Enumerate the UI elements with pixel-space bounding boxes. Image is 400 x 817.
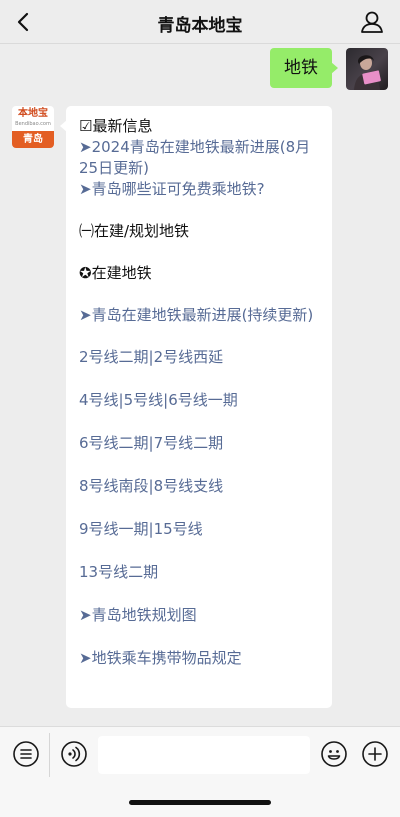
message-input[interactable] xyxy=(98,736,310,774)
outgoing-bubble[interactable]: 地铁 xyxy=(270,48,338,88)
rules-link[interactable]: ➤地铁乘车携带物品规定 xyxy=(79,648,320,669)
plus-circle-icon xyxy=(362,741,388,767)
map-link[interactable]: ➤青岛地铁规划图 xyxy=(79,605,320,626)
subsection-title: ✪在建地铁 xyxy=(79,264,152,282)
line-link[interactable]: 9号线一期|15号线 xyxy=(79,519,320,540)
progress-link[interactable]: ➤青岛在建地铁最新进展(持续更新) xyxy=(79,305,320,326)
add-button[interactable] xyxy=(361,740,389,768)
menu-button[interactable] xyxy=(12,740,40,768)
list-menu-icon xyxy=(13,741,39,767)
bot-avatar[interactable]: 本地宝 Bendibao.com 青岛 xyxy=(12,106,54,148)
audio-wave-icon xyxy=(61,741,87,767)
logo-url: Bendibao.com xyxy=(15,121,51,127)
voice-button[interactable] xyxy=(60,740,88,768)
emoji-button[interactable] xyxy=(320,740,348,768)
line-link[interactable]: 13号线二期 xyxy=(79,562,320,583)
logo-city: 青岛 xyxy=(12,131,54,148)
profile-button[interactable] xyxy=(358,8,386,36)
line-link[interactable]: 4号线|5号线|6号线一期 xyxy=(79,390,320,411)
chat-area[interactable]: 地铁 本地宝 Bendibao.com 青岛 ☑最新信息 ➤2024青岛在建地铁… xyxy=(0,44,400,726)
latest-heading: ☑最新信息 xyxy=(79,117,153,135)
line-link[interactable]: 6号线二期|7号线二期 xyxy=(79,433,320,454)
emoji-icon xyxy=(321,741,347,767)
user-avatar[interactable] xyxy=(346,48,388,90)
latest-link-free-pass[interactable]: ➤青岛哪些证可免费乘地铁? xyxy=(79,179,320,200)
incoming-bubble: ☑最新信息 ➤2024青岛在建地铁最新进展(8月25日更新) ➤青岛哪些证可免费… xyxy=(60,106,332,708)
page-title: 青岛本地宝 xyxy=(157,16,243,36)
line-link[interactable]: 2号线二期|2号线西延 xyxy=(79,347,320,368)
latest-link-progress[interactable]: ➤2024青岛在建地铁最新进展(8月25日更新) xyxy=(79,137,320,179)
section-title: ㈠在建/规划地铁 xyxy=(79,222,190,240)
logo-name: 本地宝 xyxy=(18,108,48,119)
line-link[interactable]: 8号线南段|8号线支线 xyxy=(79,476,320,497)
home-indicator[interactable] xyxy=(129,800,271,805)
person-icon xyxy=(361,11,383,33)
navigation-bar: 青岛本地宝 xyxy=(0,0,400,44)
